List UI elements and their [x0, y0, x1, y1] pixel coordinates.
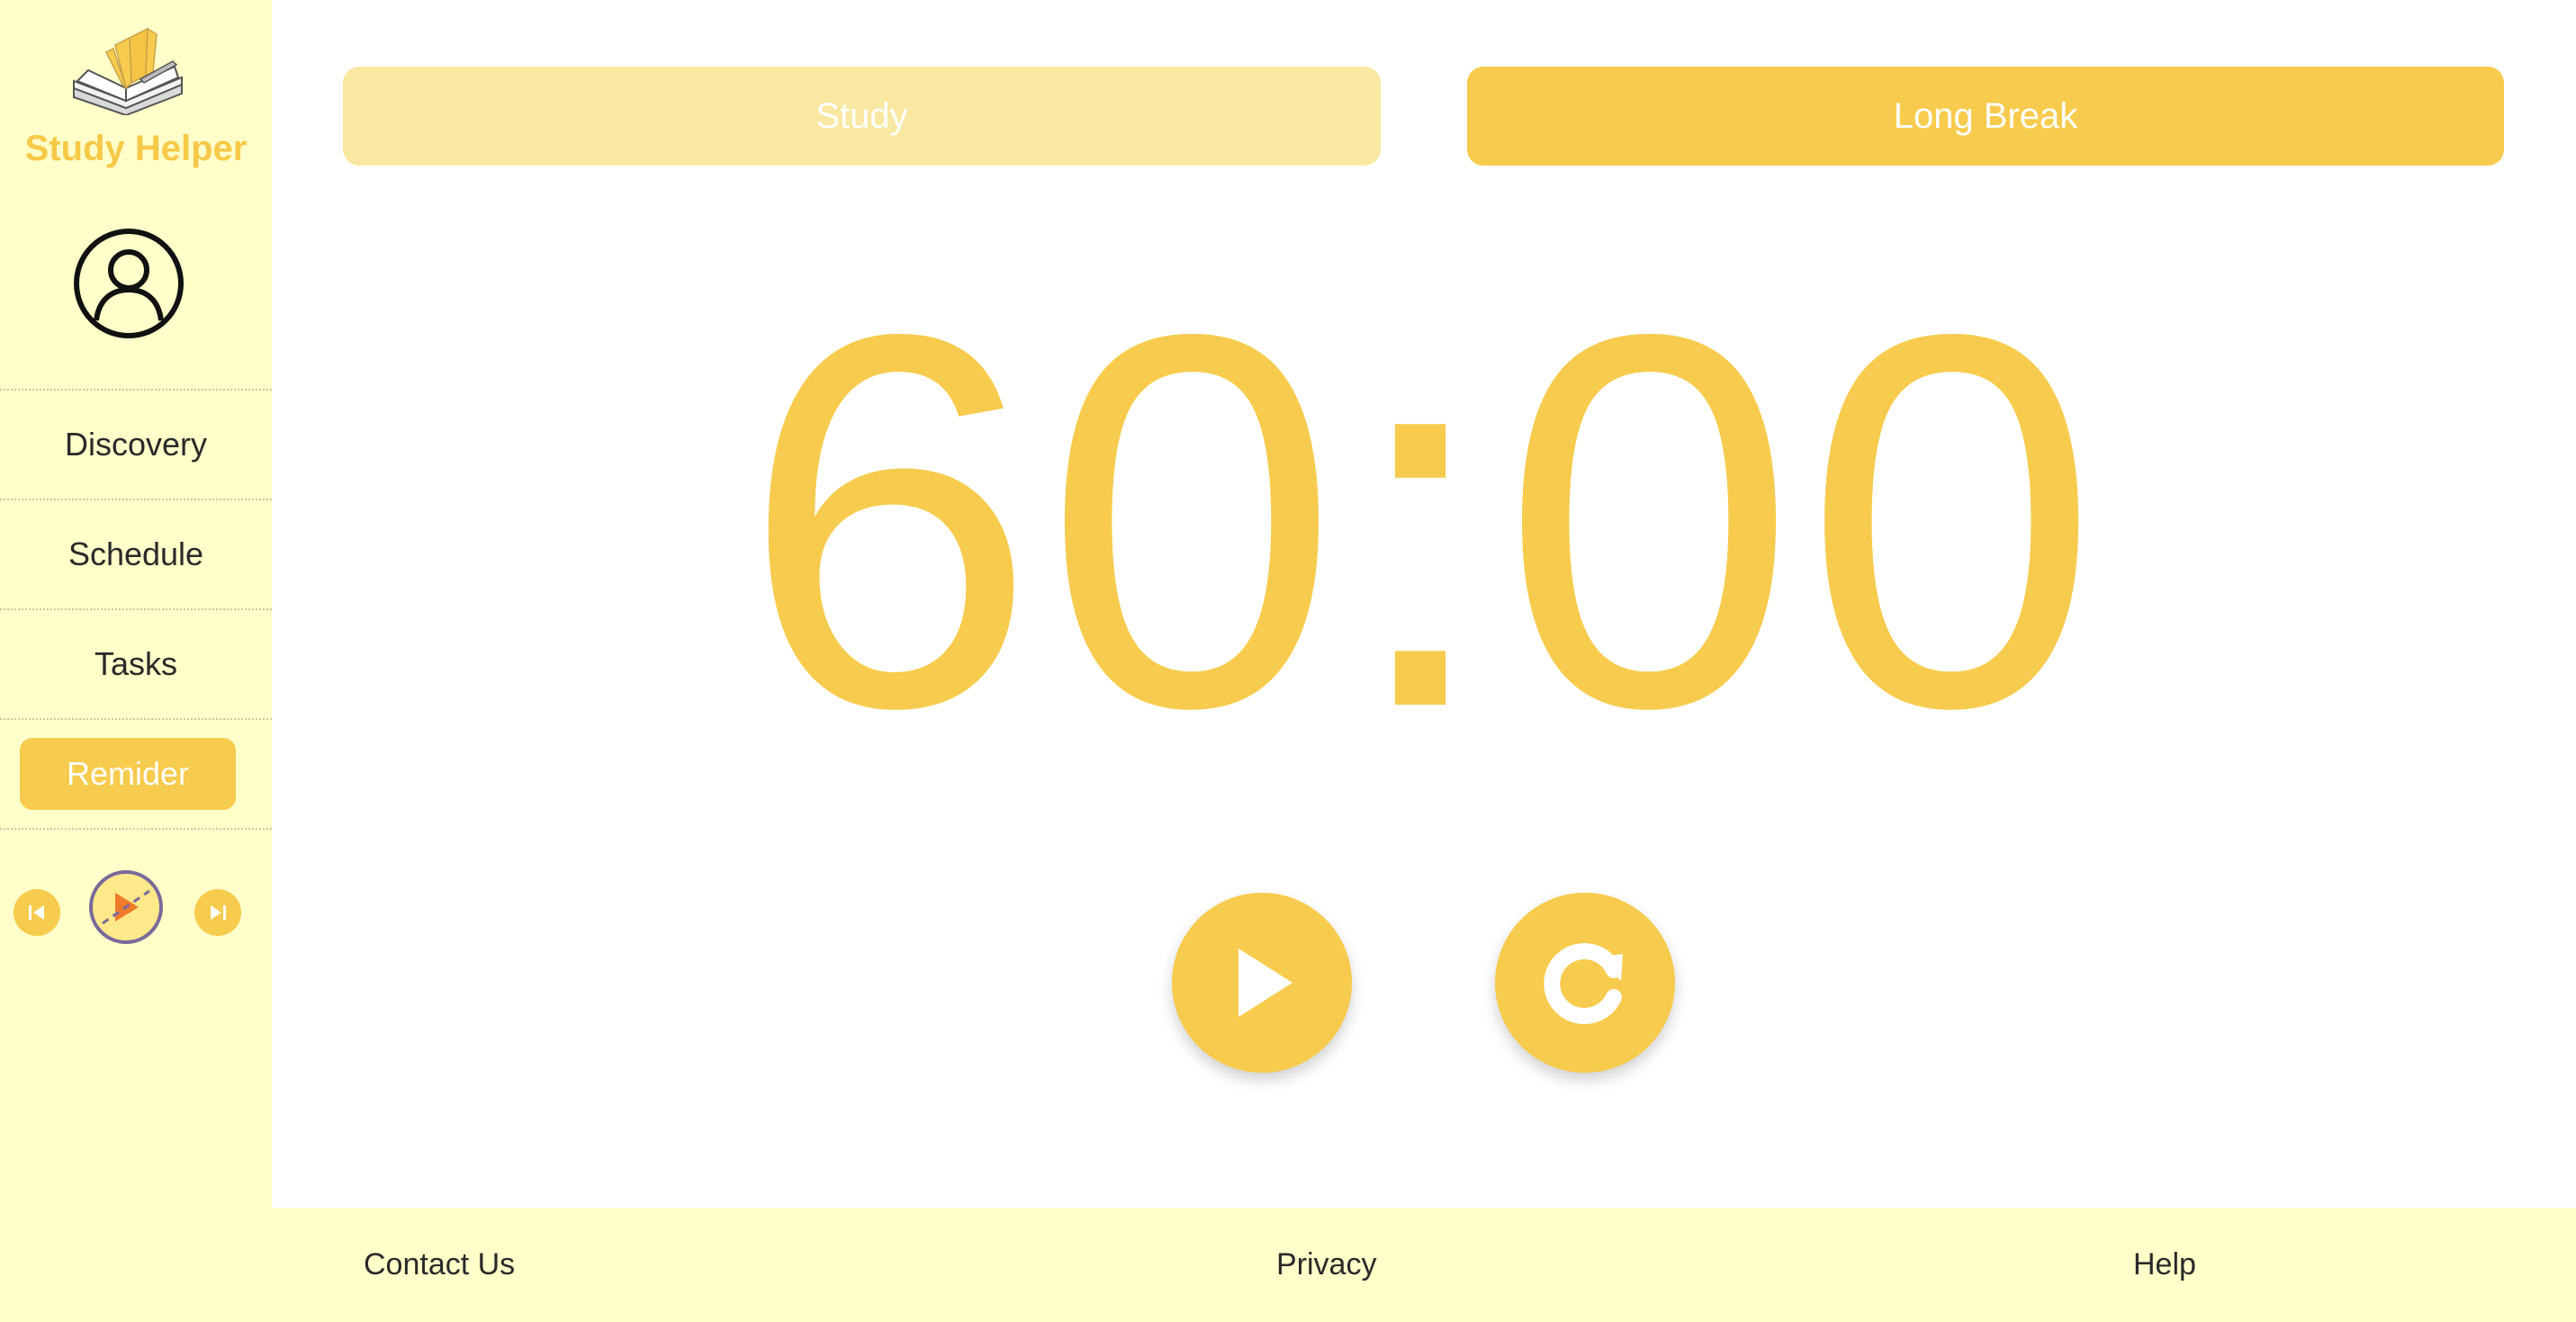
skip-forward-icon [211, 905, 226, 920]
music-disc-icon[interactable] [88, 869, 164, 945]
play-button[interactable] [1172, 893, 1352, 1073]
user-circle-icon[interactable] [72, 227, 185, 340]
nav-tasks[interactable]: Tasks [0, 610, 272, 718]
skip-back-icon [29, 905, 44, 920]
footer: Contact Us Privacy Help [272, 1208, 2576, 1322]
nav-schedule[interactable]: Schedule [0, 500, 272, 608]
divider [0, 828, 272, 830]
tab-study[interactable]: Study [343, 67, 1381, 166]
next-track-button[interactable] [194, 889, 241, 936]
tab-long-break[interactable]: Long Break [1467, 67, 2504, 166]
book-icon [73, 27, 183, 115]
help-link[interactable]: Help [2133, 1208, 2196, 1322]
reminder-button[interactable]: Remider [20, 738, 236, 810]
timer-display: 60:00 [741, 225, 2107, 818]
privacy-link[interactable]: Privacy [1276, 1208, 1376, 1322]
contact-us-link[interactable]: Contact Us [364, 1208, 515, 1322]
divider [0, 718, 272, 720]
reset-icon [1544, 943, 1623, 1024]
reset-button[interactable] [1495, 893, 1675, 1073]
sidebar: Study Helper Discovery Schedule Tasks Re… [0, 0, 272, 1322]
brand-title: Study Helper [24, 129, 248, 168]
previous-track-button[interactable] [14, 889, 60, 936]
nav-discovery[interactable]: Discovery [0, 391, 272, 499]
play-icon [1238, 949, 1293, 1017]
